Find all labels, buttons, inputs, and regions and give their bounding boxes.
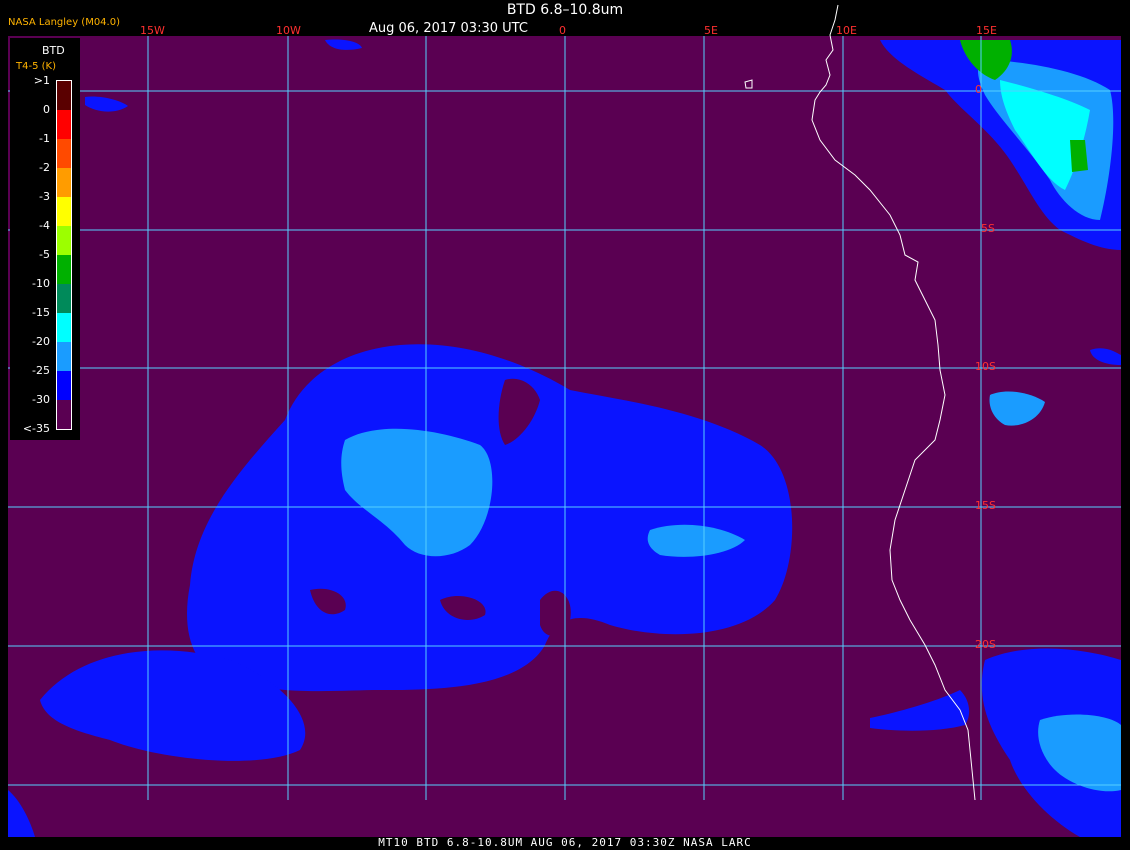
legend-label: -30	[32, 393, 50, 406]
legend-swatch	[57, 81, 71, 110]
lon-label-10e: 10E	[836, 24, 857, 37]
legend-label: -2	[39, 161, 50, 174]
legend-label: -5	[39, 248, 50, 261]
legend-label: -15	[32, 306, 50, 319]
lat-label-0: 0	[975, 83, 982, 96]
legend-swatch	[57, 371, 71, 400]
lon-label-0: 0	[559, 24, 566, 37]
image-timestamp: Aug 06, 2017 03:30 UTC	[369, 21, 528, 36]
legend-swatch	[57, 400, 71, 429]
lon-label-15w: 15W	[140, 24, 165, 37]
legend-swatch	[57, 342, 71, 371]
legend-swatch	[57, 139, 71, 168]
legend-colorbar	[56, 80, 72, 430]
lat-label-20s: 20S	[975, 638, 996, 651]
lat-label-5s: 5S	[981, 222, 995, 235]
legend-title: BTD	[42, 44, 65, 57]
legend-swatch	[57, 284, 71, 313]
legend-label: -20	[32, 335, 50, 348]
footer-caption: MT10 BTD 6.8-10.8UM AUG 06, 2017 03:30Z …	[378, 836, 752, 849]
lon-label-5e: 5E	[704, 24, 718, 37]
legend-swatch	[57, 110, 71, 139]
legend-label: >1	[33, 74, 50, 87]
legend-label: <-35	[22, 422, 50, 435]
lon-label-15e: 15E	[976, 24, 997, 37]
legend-label: -3	[39, 190, 50, 203]
legend-label: -4	[39, 219, 50, 232]
brand-label: NASA Langley (M04.0)	[8, 17, 120, 28]
legend-label: -25	[32, 364, 50, 377]
legend-swatch	[57, 255, 71, 284]
image-title: BTD 6.8–10.8um	[506, 2, 624, 18]
legend-swatch	[57, 197, 71, 226]
color-legend: BTD T4-5 (K) >1 0 -1 -2 -3 -4 -5 -10 -15 -20 -25 -3…	[10, 38, 80, 440]
lat-label-15s: 15S	[975, 499, 996, 512]
legend-swatch	[57, 168, 71, 197]
legend-swatch	[57, 226, 71, 255]
lon-label-10w: 10W	[276, 24, 301, 37]
btd-satellite-map	[8, 4, 1121, 837]
legend-label: -10	[32, 277, 50, 290]
legend-subtitle: T4-5 (K)	[16, 61, 56, 72]
legend-label: 0	[43, 103, 50, 116]
legend-label: -1	[39, 132, 50, 145]
legend-swatch	[57, 313, 71, 342]
lat-label-10s: 10S	[975, 360, 996, 373]
